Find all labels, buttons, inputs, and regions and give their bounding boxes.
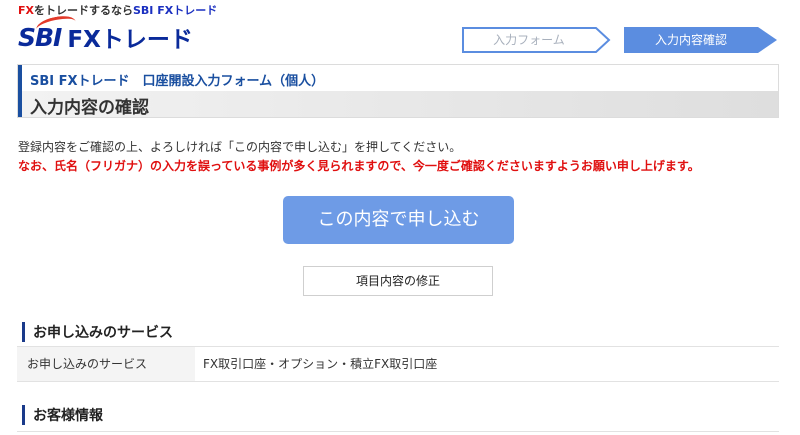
instruction-text: 登録内容をご確認の上、よろしければ「この内容で申し込む」を押してください。 — [18, 140, 462, 154]
logo-fx-text: FXトレード — [67, 27, 193, 53]
step-input-form-label: 入力フォーム — [493, 33, 565, 47]
customer-table-top-border — [17, 431, 779, 432]
page-title-box: SBI FXトレード 口座開設入力フォーム（個人） 入力内容の確認 — [17, 64, 779, 118]
table-row-label: お申し込みのサービス — [17, 347, 195, 381]
service-table: お申し込みのサービス FX取引口座・オプション・積立FX取引口座 — [17, 346, 779, 382]
section-heading-customer: お客様情報 — [22, 405, 103, 425]
page-subtitle: SBI FXトレード 口座開設入力フォーム（個人） — [30, 74, 325, 89]
logo-sbi-mark: SBI — [18, 12, 78, 52]
step-input-form: 入力フォーム — [462, 27, 612, 53]
section-heading-bar — [22, 322, 25, 342]
section-heading-customer-text: お客様情報 — [33, 408, 103, 424]
submit-application-button[interactable]: この内容で申し込む — [283, 196, 514, 244]
step-confirm: 入力内容確認 — [624, 27, 779, 53]
warning-text: なお、氏名（フリガナ）の入力を誤っている事例が多く見られますので、今一度ご確認く… — [18, 159, 700, 173]
header-tagline: FXをトレードするならSBI FXトレード — [18, 4, 217, 18]
table-row-value: FX取引口座・オプション・積立FX取引口座 — [203, 357, 438, 371]
step-indicator: 入力フォーム 入力内容確認 — [462, 27, 777, 53]
page: FXをトレードするならSBI FXトレード SBI FXトレード 入力フォーム … — [0, 0, 800, 435]
sbi-fx-logo[interactable]: SBI FXトレード — [18, 12, 193, 54]
section-heading-service: お申し込みのサービス — [22, 322, 173, 342]
page-title: 入力内容の確認 — [30, 98, 149, 118]
tagline-brand: SBI FXトレード — [133, 4, 218, 17]
section-heading-bar — [22, 405, 25, 425]
edit-items-button[interactable]: 項目内容の修正 — [303, 266, 493, 296]
step-confirm-label: 入力内容確認 — [654, 33, 727, 47]
section-heading-service-text: お申し込みのサービス — [33, 325, 173, 341]
tagline-middle: をトレードするなら — [34, 4, 133, 17]
tagline-fx: FX — [18, 4, 34, 17]
